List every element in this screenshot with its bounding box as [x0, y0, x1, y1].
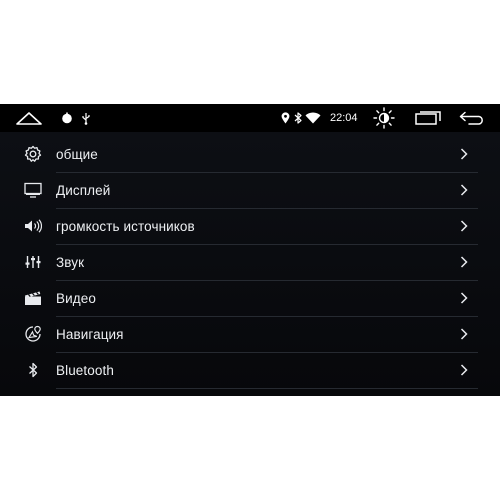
navigation-icon	[22, 323, 44, 345]
gear-icon	[22, 143, 44, 165]
menu-item-navigation[interactable]: Навигация	[0, 316, 500, 352]
menu-item-source-volume[interactable]: громкость источников	[0, 208, 500, 244]
menu-item-label: громкость источников	[56, 218, 195, 234]
chevron-right-icon	[457, 326, 471, 342]
menu-item-label: Видео	[56, 290, 96, 306]
clock: 22:04	[330, 112, 358, 124]
menu-item-bluetooth[interactable]: Bluetooth	[0, 352, 500, 388]
menu-item-label: Bluetooth	[56, 362, 114, 378]
chevron-right-icon	[457, 290, 471, 306]
brightness-icon[interactable]	[372, 104, 396, 132]
chevron-right-icon	[457, 146, 471, 162]
chevron-right-icon	[457, 182, 471, 198]
menu-item-general[interactable]: общие	[0, 136, 500, 172]
back-icon[interactable]	[458, 104, 488, 132]
chevron-right-icon	[457, 218, 471, 234]
menu-item-display[interactable]: Дисплей	[0, 172, 500, 208]
volume-icon	[22, 215, 44, 237]
settings-menu: общие Дисплей громкость источников Звук …	[0, 132, 500, 396]
menu-item-label: Дисплей	[56, 182, 111, 198]
menu-item-label: Навигация	[56, 326, 124, 342]
usb-icon	[80, 104, 92, 132]
notification-icon	[60, 104, 74, 132]
chevron-right-icon	[457, 362, 471, 378]
location-icon	[279, 104, 291, 132]
display-icon	[22, 179, 44, 201]
bluetooth-icon	[293, 104, 303, 132]
menu-item-label: Звук	[56, 254, 85, 270]
divider	[56, 388, 478, 389]
chevron-right-icon	[457, 254, 471, 270]
menu-item-label: общие	[56, 146, 98, 162]
wifi-icon	[304, 104, 322, 132]
equalizer-icon	[22, 251, 44, 273]
menu-item-sound[interactable]: Звук	[0, 244, 500, 280]
head-unit-screen: 22:04 общие Дисплей громкость источников…	[0, 104, 500, 396]
recent-apps-icon[interactable]	[414, 104, 442, 132]
status-bar: 22:04	[0, 104, 500, 132]
home-icon[interactable]	[14, 104, 44, 132]
bluetooth-icon	[22, 359, 44, 381]
menu-item-video[interactable]: Видео	[0, 280, 500, 316]
clapperboard-icon	[22, 287, 44, 309]
